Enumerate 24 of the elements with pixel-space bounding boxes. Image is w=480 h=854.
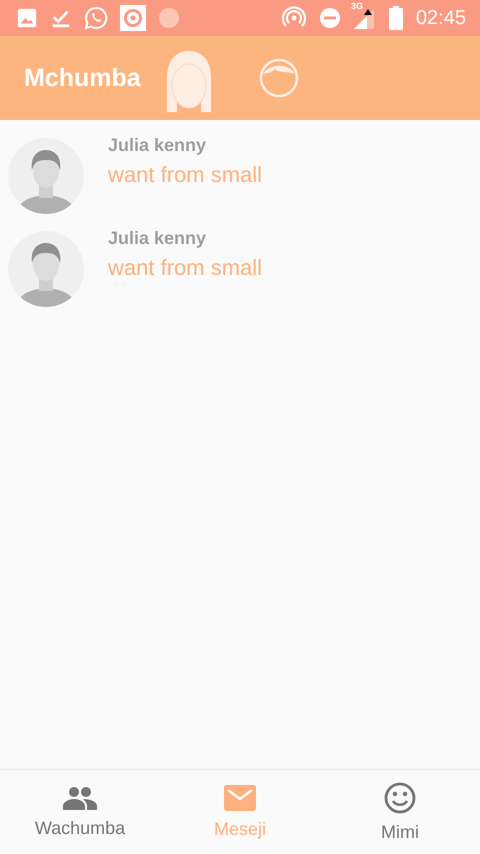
boy-head-icon	[258, 58, 299, 98]
record-icon	[120, 5, 146, 31]
circle-icon	[158, 7, 180, 29]
network-type-label: 3G	[350, 1, 363, 11]
nav-tab[interactable]: Wachumba	[0, 770, 160, 854]
contact-name: Julia kenny	[108, 228, 208, 249]
do-not-disturb-icon	[318, 7, 341, 29]
message-preview: want from small	[108, 255, 262, 281]
mail-icon	[224, 784, 256, 810]
nav-tab[interactable]: Mimi	[320, 770, 480, 854]
avatar-silhouette-icon	[8, 138, 84, 214]
battery-icon	[388, 6, 403, 30]
message-preview: want from small	[108, 162, 262, 188]
chat-bubble-icon	[84, 6, 108, 30]
clock-time: 02:45	[416, 6, 466, 30]
nav-tab[interactable]: Meseji	[160, 770, 320, 854]
avatar-silhouette-icon	[8, 230, 84, 306]
contact-name: Julia kenny	[108, 135, 208, 156]
smiley-icon	[384, 782, 416, 814]
app-title: Mchumba	[24, 64, 141, 92]
people-icon	[63, 786, 97, 810]
chat-item[interactable]: Julia kenny want from small	[0, 129, 480, 222]
chat-item[interactable]: Julia kenny want from small	[0, 222, 480, 315]
image-icon	[16, 7, 38, 29]
